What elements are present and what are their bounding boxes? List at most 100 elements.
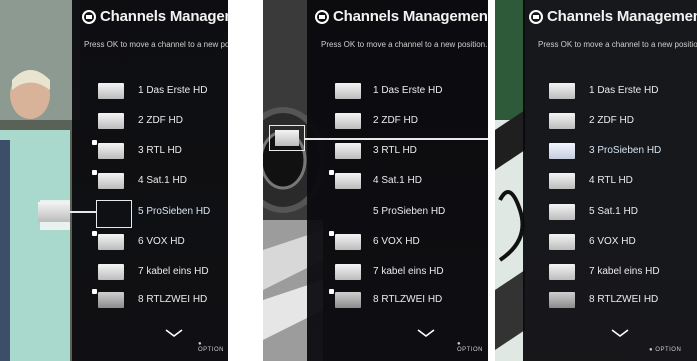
channel-thumbnail: [98, 292, 124, 308]
channels-management-menu: Channels Management Press OK to move a c…: [523, 0, 697, 361]
channel-list-icon: [315, 10, 329, 24]
channel-label: 3 RTL HD: [373, 145, 417, 156]
channel-label: 2 ZDF HD: [373, 115, 418, 126]
channel-label: 2 ZDF HD: [589, 115, 634, 126]
channel-row-selected[interactable]: 3 ProSieben HD: [523, 143, 697, 165]
channel-label: 7 kabel eins HD: [138, 266, 209, 277]
channel-row[interactable]: 5 ProSieben HD: [307, 204, 488, 226]
screen-3: Channels Management Press OK to move a c…: [495, 0, 697, 361]
channel-row[interactable]: 2 ZDF HD: [307, 113, 488, 135]
option-hint: ● OPTION: [457, 341, 484, 353]
help-text: Press OK to move a channel to a new posi…: [538, 40, 697, 49]
lock-icon: [92, 231, 97, 236]
channel-row[interactable]: 7 kabel eins HD: [523, 264, 697, 286]
lock-icon: [92, 140, 97, 145]
channel-row[interactable]: 8 RTLZWEI HD: [523, 292, 697, 314]
channel-row[interactable]: 7 kabel eins HD: [72, 264, 228, 286]
channel-row[interactable]: 8 RTLZWEI HD: [72, 289, 228, 314]
chevron-down-icon[interactable]: [611, 329, 629, 337]
lock-icon: [92, 289, 97, 294]
channel-row[interactable]: 1 Das Erste HD: [72, 83, 228, 105]
channel-thumbnail: [98, 234, 124, 250]
channel-thumbnail: [98, 173, 124, 189]
channel-row[interactable]: 4 Sat.1 HD: [307, 170, 488, 195]
channel-row[interactable]: 2 ZDF HD: [523, 113, 697, 135]
moving-channel-thumbnail[interactable]: [38, 202, 70, 222]
channel-label: 5 Sat.1 HD: [589, 206, 638, 217]
channel-label: 6 VOX HD: [589, 236, 636, 247]
channel-row[interactable]: 6 VOX HD: [307, 231, 488, 256]
channel-label: 1 Das Erste HD: [138, 85, 208, 96]
channel-thumbnail: [98, 143, 124, 159]
channel-thumbnail: [335, 264, 361, 280]
channel-label: 3 RTL HD: [138, 145, 182, 156]
channel-thumbnail: [549, 113, 575, 129]
channel-label: 6 VOX HD: [138, 236, 185, 247]
channel-thumbnail: [98, 264, 124, 280]
channel-row[interactable]: 8 RTLZWEI HD: [307, 289, 488, 314]
channel-row-selected[interactable]: 5 ProSieben HD: [72, 200, 228, 228]
channel-thumbnail: [335, 143, 361, 159]
channel-thumbnail: [549, 234, 575, 250]
screen-1: Channels Management Press OK to move a c…: [0, 0, 228, 361]
channels-management-menu: Channels Management Press OK to move a c…: [72, 0, 228, 361]
option-hint: ● OPTION: [198, 341, 225, 353]
chevron-down-icon[interactable]: [417, 329, 435, 337]
lock-icon: [329, 231, 334, 236]
channel-thumbnail: [98, 113, 124, 129]
channel-label: 3 ProSieben HD: [589, 145, 662, 156]
move-indicator-line: [305, 138, 488, 140]
channel-thumbnail: [549, 292, 575, 308]
channel-thumbnail: [335, 113, 361, 129]
channel-label: 8 RTLZWEI HD: [373, 294, 443, 305]
channel-row[interactable]: 3 RTL HD: [72, 140, 228, 165]
channel-thumbnail: [549, 143, 575, 159]
chevron-down-icon[interactable]: [165, 329, 183, 337]
menu-title: Channels Management: [315, 8, 488, 25]
channel-label: 5 ProSieben HD: [138, 206, 211, 217]
channel-label: 8 RTLZWEI HD: [589, 294, 659, 305]
channel-label: 7 kabel eins HD: [373, 266, 444, 277]
channel-thumbnail: [335, 292, 361, 308]
channels-management-menu: Channels Management Press OK to move a c…: [307, 0, 488, 361]
channel-thumbnail: [335, 234, 361, 250]
channel-label: 7 kabel eins HD: [589, 266, 660, 277]
channel-thumbnail: [549, 204, 575, 220]
channel-label: 4 RTL HD: [589, 175, 633, 186]
help-text: Press OK to move a channel to a new posi…: [84, 40, 228, 49]
channel-list-icon: [82, 10, 96, 24]
channel-list-icon: [529, 10, 543, 24]
channel-label: 4 Sat.1 HD: [373, 175, 422, 186]
channel-label: 5 ProSieben HD: [373, 206, 446, 217]
channel-thumbnail: [549, 173, 575, 189]
channel-row[interactable]: 5 Sat.1 HD: [523, 204, 697, 226]
help-text: Press OK to move a channel to a new posi…: [321, 40, 488, 49]
channel-row[interactable]: 1 Das Erste HD: [307, 83, 488, 105]
lock-icon: [329, 289, 334, 294]
channel-row[interactable]: 4 RTL HD: [523, 173, 697, 195]
selection-frame: [96, 200, 132, 228]
channel-label: 1 Das Erste HD: [589, 85, 659, 96]
channel-thumbnail: [335, 173, 361, 189]
channel-row[interactable]: 6 VOX HD: [523, 234, 697, 256]
channel-row[interactable]: 2 ZDF HD: [72, 113, 228, 135]
screen-2: Channels Management Press OK to move a c…: [263, 0, 488, 361]
channel-row[interactable]: 6 VOX HD: [72, 231, 228, 256]
lock-icon: [92, 170, 97, 175]
menu-title: Channels Management: [82, 8, 228, 25]
channel-row[interactable]: 7 kabel eins HD: [307, 264, 488, 286]
channel-thumbnail: [98, 83, 124, 99]
channel-label: 6 VOX HD: [373, 236, 420, 247]
channel-thumbnail: [549, 264, 575, 280]
channel-thumbnail: [549, 83, 575, 99]
moving-channel-thumbnail[interactable]: [275, 130, 299, 146]
channel-row[interactable]: 3 RTL HD: [307, 143, 488, 165]
menu-title: Channels Management: [529, 8, 697, 25]
option-hint: ● OPTION: [649, 347, 682, 353]
move-indicator-line: [70, 211, 96, 213]
channel-label: 1 Das Erste HD: [373, 85, 443, 96]
channel-label: 8 RTLZWEI HD: [138, 294, 208, 305]
channel-row[interactable]: 4 Sat.1 HD: [72, 170, 228, 195]
channel-row[interactable]: 1 Das Erste HD: [523, 83, 697, 105]
channel-label: 4 Sat.1 HD: [138, 175, 187, 186]
